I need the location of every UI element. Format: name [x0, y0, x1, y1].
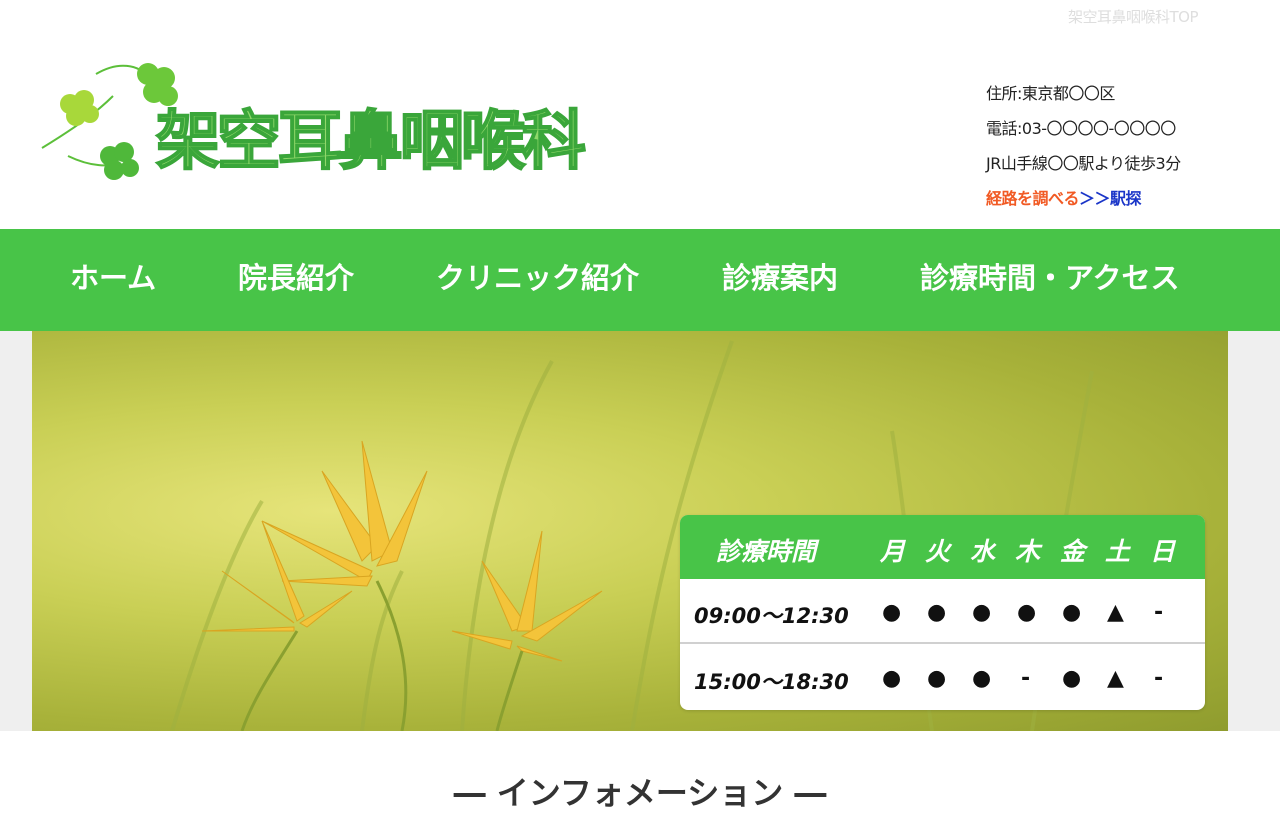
- access-text: JR山手線〇〇駅より徒歩3分: [986, 154, 1181, 173]
- day-label: 金: [1060, 537, 1086, 566]
- day-label: 木: [1015, 537, 1041, 566]
- status-mark: ●: [927, 600, 947, 625]
- clinic-info: 住所:東京都〇〇区 電話:03-〇〇〇〇-〇〇〇〇 JR山手線〇〇駅より徒歩3分…: [986, 76, 1181, 216]
- time-slot: 09:00〜12:30: [694, 604, 849, 628]
- information-heading: ― インフォメーション ―: [453, 774, 827, 812]
- hours-row-morning: 09:00〜12:30 ● ● ● ● ● ▲ -: [680, 579, 1205, 644]
- main-nav: ホーム 院長紹介 クリニック紹介 診療案内 診療時間・アクセス: [0, 229, 1280, 331]
- day-label: 火: [925, 537, 951, 566]
- address-text: 住所:東京都〇〇区: [986, 84, 1115, 103]
- hours-row-afternoon: 15:00〜18:30 ● ● ● - ● ▲ -: [680, 645, 1205, 710]
- hours-table: 診療時間 月 火 水 木 金 土 日 09:00〜12:30 ● ● ● ● ●…: [680, 515, 1205, 710]
- phone-text: 電話:03-〇〇〇〇-〇〇〇〇: [986, 119, 1176, 138]
- status-mark: ●: [1017, 600, 1037, 625]
- hours-header: 診療時間 月 火 水 木 金 土 日: [680, 515, 1205, 579]
- status-mark: ●: [1062, 600, 1082, 625]
- logo-text: 架空耳鼻咽喉科: [155, 105, 587, 179]
- status-mark: ▲: [1107, 666, 1124, 691]
- top-link[interactable]: 架空耳鼻咽喉科TOP: [1068, 6, 1199, 27]
- row-divider: [680, 642, 1205, 644]
- nav-services[interactable]: 診療案内: [722, 229, 838, 331]
- day-label: 月: [880, 537, 906, 566]
- day-label: 日: [1150, 537, 1176, 566]
- day-label: 土: [1105, 537, 1131, 566]
- status-mark: ●: [972, 666, 992, 691]
- status-mark: ●: [882, 666, 902, 691]
- time-slot: 15:00〜18:30: [694, 670, 849, 694]
- nav-hours-access[interactable]: 診療時間・アクセス: [920, 229, 1180, 331]
- nav-home[interactable]: ホーム: [70, 229, 156, 331]
- hours-title: 診療時間: [716, 537, 817, 566]
- status-mark: ●: [1062, 666, 1082, 691]
- nav-director[interactable]: 院長紹介: [238, 229, 354, 331]
- clinic-logo[interactable]: 架空耳鼻咽喉科: [38, 56, 598, 201]
- route-search-link[interactable]: 経路を調べる: [986, 189, 1080, 208]
- status-mark: -: [1021, 666, 1031, 691]
- status-mark: -: [1154, 600, 1164, 625]
- status-mark: ●: [927, 666, 947, 691]
- ekitan-link[interactable]: ＞＞駅探: [1079, 189, 1142, 208]
- status-mark: -: [1154, 666, 1164, 691]
- day-label: 水: [970, 537, 996, 566]
- status-mark: ▲: [1107, 600, 1124, 625]
- status-mark: ●: [972, 600, 992, 625]
- status-mark: ●: [882, 600, 902, 625]
- nav-clinic[interactable]: クリニック紹介: [436, 229, 639, 331]
